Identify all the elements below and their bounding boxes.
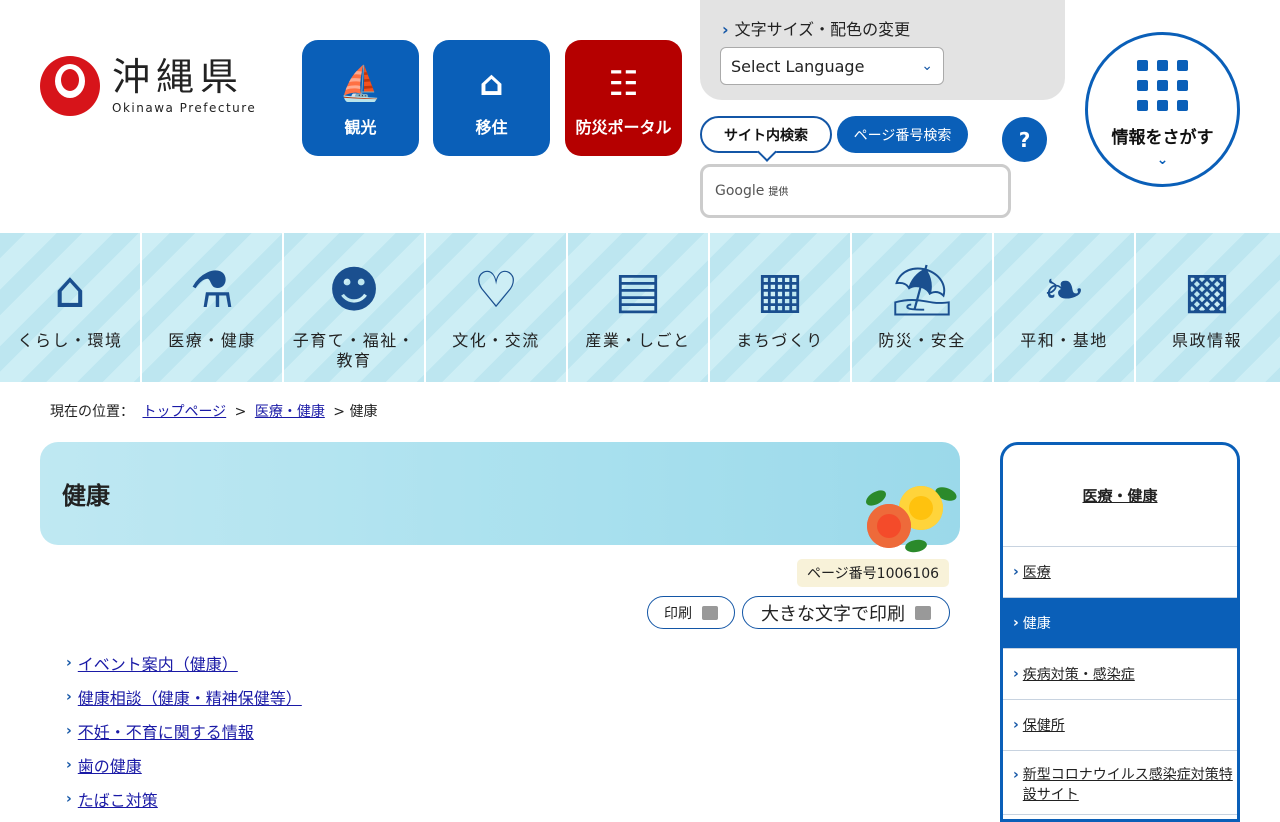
office-icon: ▩ (1183, 261, 1231, 319)
site-logo[interactable]: 沖縄県 Okinawa Prefecture (40, 56, 256, 116)
page-title: 健康 (62, 482, 110, 510)
radio-icon: ☷ (608, 64, 639, 104)
house-icon: ⌂ (479, 64, 504, 104)
language-select[interactable]: Select Language ⌄ (720, 47, 944, 85)
house-tree-icon: ⌂ (54, 261, 86, 319)
breadcrumb-current: 健康 (349, 404, 378, 420)
sidebar-item-health-center[interactable]: › 保健所 (1003, 700, 1237, 751)
breadcrumb: 現在の位置： トップページ > 医療・健康 > 健康 (50, 404, 378, 420)
sidebar-item-health[interactable]: › 健康 (1003, 598, 1237, 649)
printer-icon (915, 605, 931, 620)
search-provider-label: Google 提供 (715, 183, 789, 199)
category-disaster-safety[interactable]: ⛱ 防災・安全 (852, 233, 994, 382)
list-item: › 不妊・不育に関する情報 (66, 714, 302, 748)
sidebar-item-disease-control[interactable]: › 疾病対策・感染症 (1003, 649, 1237, 700)
quick-link-disaster-portal[interactable]: ☷ 防災ポータル (565, 40, 682, 156)
page-number-badge: ページ番号1006106 (797, 559, 949, 587)
category-prefectural-government[interactable]: ▩ 県政情報 (1136, 233, 1278, 382)
quick-link-tourism[interactable]: ⛵ 観光 (302, 40, 419, 156)
link-dental-health[interactable]: 歯の健康 (78, 753, 142, 777)
category-culture-exchange[interactable]: ♡ 文化・交流 (426, 233, 568, 382)
find-information-button[interactable]: 情報をさがす ⌄ (1085, 32, 1240, 187)
link-infertility-info[interactable]: 不妊・不育に関する情報 (78, 719, 254, 743)
dove-icon: ❧ (1043, 261, 1085, 319)
site-header: 沖縄県 Okinawa Prefecture ⛵ 観光 ⌂ 移住 ☷ 防災ポータ… (0, 0, 1280, 232)
list-item: › イベント案内（健康） (66, 646, 302, 680)
list-item: › たばこ対策 (66, 782, 302, 816)
link-tobacco-measures[interactable]: たばこ対策 (78, 787, 158, 811)
print-button[interactable]: 印刷 (647, 596, 735, 629)
printer-icon (702, 605, 718, 620)
list-item: › 歯の健康 (66, 748, 302, 782)
search-input[interactable]: Google 提供 (700, 164, 1011, 218)
settings-panel: › 文字サイズ・配色の変更 Select Language ⌄ (700, 0, 1065, 100)
chevron-right-icon: › (66, 655, 72, 671)
category-industry-work[interactable]: ▤ 産業・しごと (568, 233, 710, 382)
briefcase-icon: ▤ (614, 261, 662, 319)
tower-icon: ⛵ (339, 64, 382, 104)
chevron-right-icon: › (722, 20, 729, 39)
sidebar-item-covid-site[interactable]: › 新型コロナウイルス感染症対策特設サイト (1003, 751, 1237, 815)
search-help-button[interactable]: ? (1002, 117, 1047, 162)
chevron-right-icon: › (66, 723, 72, 739)
heart-hands-icon: ♡ (473, 261, 519, 319)
category-nav: ⌂ くらし・環境 ⚗ 医療・健康 ☻ 子育て・福祉・教育 ♡ 文化・交流 ▤ 産業・しごと… (0, 233, 1280, 382)
tab-page-number-search[interactable]: ページ番号検索 (837, 116, 968, 153)
chevron-right-icon: › (1013, 615, 1019, 631)
quick-link-migration[interactable]: ⌂ 移住 (433, 40, 550, 156)
helmet-bag-icon: ⛱ (890, 261, 954, 319)
chevron-right-icon: › (66, 791, 72, 807)
sidebar-nav: 医療・健康 › 医療 › 健康 › 疾病対策・感染症 › 保健所 › 新型コロナウイルス感… (1000, 442, 1240, 822)
category-peace-bases[interactable]: ❧ 平和・基地 (994, 233, 1136, 382)
grid-icon (1137, 59, 1188, 111)
logo-english: Okinawa Prefecture (112, 101, 257, 115)
text-size-color-link[interactable]: › 文字サイズ・配色の変更 (722, 16, 910, 40)
chevron-down-icon: ⌄ (921, 58, 933, 74)
page-title-panel: 健康 (40, 442, 960, 554)
link-health-consultation[interactable]: 健康相談（健康・精神保健等） (78, 685, 302, 709)
prefecture-emblem-icon (40, 56, 100, 116)
breadcrumb-home-link[interactable]: トップページ (142, 404, 226, 420)
chevron-right-icon: › (1013, 564, 1019, 580)
category-childcare-welfare-education[interactable]: ☻ 子育て・福祉・教育 (284, 233, 426, 382)
category-town-planning[interactable]: ▦ まちづくり (710, 233, 852, 382)
chevron-right-icon: › (1013, 666, 1019, 682)
tab-site-search[interactable]: サイト内検索 (700, 116, 832, 153)
chevron-right-icon: › (1013, 717, 1019, 733)
breadcrumb-parent-link[interactable]: 医療・健康 (255, 404, 325, 420)
chevron-down-icon: ⌄ (1156, 151, 1169, 168)
syringe-icon: ⚗ (189, 261, 235, 319)
print-large-text-button[interactable]: 大きな文字で印刷 (742, 596, 950, 629)
buildings-icon: ▦ (756, 261, 804, 319)
link-event-info[interactable]: イベント案内（健康） (78, 651, 238, 675)
baby-icon: ☻ (327, 261, 381, 319)
chevron-right-icon: › (66, 689, 72, 705)
list-item: › 健康相談（健康・精神保健等） (66, 680, 302, 714)
chevron-right-icon: › (1013, 767, 1019, 783)
logo-japanese: 沖縄県 (112, 55, 245, 99)
hibiscus-icon (863, 480, 960, 555)
sidebar-heading[interactable]: 医療・健康 (1003, 445, 1237, 547)
category-living-environment[interactable]: ⌂ くらし・環境 (0, 233, 142, 382)
chevron-right-icon: › (66, 757, 72, 773)
content-link-list: › イベント案内（健康） › 健康相談（健康・精神保健等） › 不妊・不育に関する情報… (66, 646, 302, 816)
sidebar-item-medical[interactable]: › 医療 (1003, 547, 1237, 598)
category-medical-health[interactable]: ⚗ 医療・健康 (142, 233, 284, 382)
